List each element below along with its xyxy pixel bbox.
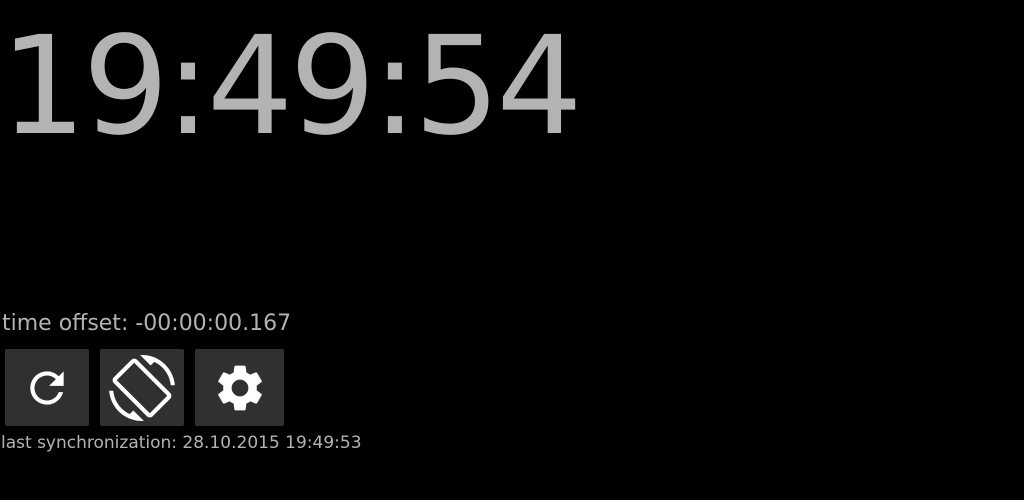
refresh-icon [22, 363, 72, 413]
gear-icon [212, 360, 268, 416]
last-synchronization-label: last synchronization: 28.10.2015 19:49:5… [1, 433, 362, 453]
rotate-screen-button[interactable] [100, 349, 184, 426]
screen-rotation-icon [109, 354, 175, 421]
time-offset-label: time offset: -00:00:00.167 [2, 311, 292, 336]
toolbar [5, 349, 284, 426]
clock-display: 19:49:54 [0, 8, 583, 166]
refresh-button[interactable] [5, 349, 89, 426]
settings-button[interactable] [195, 349, 284, 426]
